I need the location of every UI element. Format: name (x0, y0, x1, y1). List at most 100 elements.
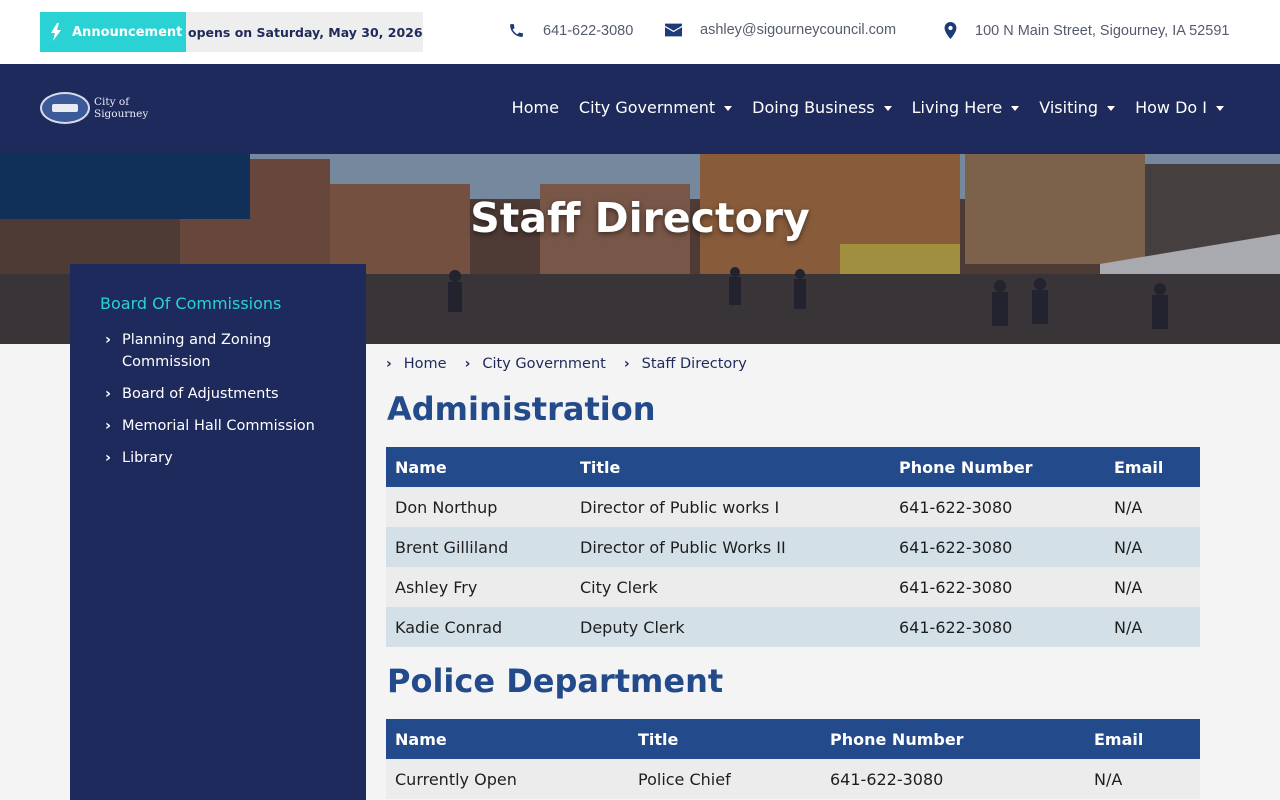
column-header-name: Name (386, 447, 571, 487)
envelope-icon (665, 23, 682, 37)
administration-table: Name Title Phone Number Email Don Northu… (386, 447, 1200, 647)
cell-name: Kadie Conrad (386, 607, 571, 647)
caret-down-icon (1011, 106, 1020, 111)
cell-name: Brent Gilliland (386, 527, 571, 567)
cell-email: N/A (1105, 607, 1200, 647)
chevron-right-icon: › (386, 356, 392, 372)
police-department-table: Name Title Phone Number Email Currently … (386, 719, 1200, 799)
table-header-row: Name Title Phone Number Email (386, 719, 1200, 759)
breadcrumb-label: Staff Directory (641, 356, 747, 372)
cell-email: N/A (1105, 487, 1200, 527)
cell-phone: 641-622-3080 (890, 487, 1105, 527)
sidebar-item-label: Memorial Hall Commission (122, 418, 315, 434)
nav-city-government-label: City Government (578, 98, 716, 117)
cell-email: N/A (1105, 567, 1200, 607)
section-title-administration: Administration (387, 390, 656, 428)
column-header-phone: Phone Number (821, 719, 1085, 759)
site-header: City of Sigourney Home City Government D… (0, 64, 1280, 154)
announcement-tag: Announcement (40, 12, 186, 52)
cell-title: Director of Public works I (571, 487, 890, 527)
nav-home[interactable]: Home (512, 98, 559, 117)
sidebar-item-label: Library (122, 450, 173, 466)
cell-name: Currently Open (386, 759, 629, 799)
street-address: 100 N Main Street, Sigourney, IA 52591 (975, 22, 1230, 39)
nav-living-here[interactable]: Living Here (912, 98, 1020, 117)
nav-visiting[interactable]: Visiting (1039, 98, 1116, 117)
chevron-right-icon: › (105, 332, 111, 348)
chevron-right-icon: › (105, 386, 111, 402)
page-title: Staff Directory (470, 194, 810, 242)
cell-email: N/A (1105, 527, 1200, 567)
breadcrumb-label: City Government (482, 356, 606, 372)
nav-how-do-i-label: How Do I (1135, 98, 1207, 117)
sidebar-item-board-adjustments[interactable]: › Board of Adjustments (100, 383, 336, 405)
announcement-label: Announcement (72, 24, 183, 40)
breadcrumb-staff-directory: › Staff Directory (624, 356, 747, 372)
announcement-text: opens on Saturday, May 30, 2026!! (188, 24, 423, 40)
phone-contact[interactable]: 641-622-3080 (508, 22, 633, 39)
cell-title: Police Chief (629, 759, 821, 799)
cell-title: City Clerk (571, 567, 890, 607)
cell-name: Don Northup (386, 487, 571, 527)
nav-doing-business-label: Doing Business (752, 98, 875, 117)
sidebar: Board Of Commissions › Planning and Zoni… (70, 264, 366, 800)
announcement-ticker[interactable]: Announcement opens on Saturday, May 30, … (40, 12, 423, 52)
nav-doing-business[interactable]: Doing Business (752, 98, 892, 117)
cell-phone: 641-622-3080 (890, 527, 1105, 567)
chevron-right-icon: › (105, 450, 111, 466)
nav-living-here-label: Living Here (911, 98, 1003, 117)
breadcrumb-city-government[interactable]: › City Government (465, 356, 606, 372)
caret-down-icon (1216, 106, 1224, 111)
sidebar-item-label: Planning and Zoning Commission (122, 332, 272, 370)
cell-phone: 641-622-3080 (890, 607, 1105, 647)
phone-icon (510, 24, 523, 37)
chevron-right-icon: › (105, 418, 111, 434)
column-header-name: Name (386, 719, 629, 759)
cell-phone: 641-622-3080 (890, 567, 1105, 607)
column-header-email: Email (1085, 719, 1200, 759)
nav-home-label: Home (511, 98, 559, 117)
sidebar-item-memorial-hall[interactable]: › Memorial Hall Commission (100, 415, 336, 437)
table-header-row: Name Title Phone Number Email (386, 447, 1200, 487)
logo-text: City of Sigourney (94, 96, 148, 120)
breadcrumb: › Home › City Government › Staff Directory (386, 354, 765, 374)
caret-down-icon (724, 106, 733, 111)
nav-how-do-i[interactable]: How Do I (1135, 98, 1224, 117)
table-row: Kadie Conrad Deputy Clerk 641-622-3080 N… (386, 607, 1200, 647)
chevron-right-icon: › (464, 356, 471, 372)
sidebar-item-label: Board of Adjustments (122, 386, 279, 402)
table-row: Currently Open Police Chief 641-622-3080… (386, 759, 1200, 799)
email-address: ashley@sigourneycouncil.com (700, 22, 897, 38)
logo-line-2: Sigourney (94, 108, 149, 120)
city-seal-icon (40, 92, 90, 124)
cell-name: Ashley Fry (386, 567, 571, 607)
lightning-bolt-icon (51, 23, 61, 41)
caret-down-icon (1107, 106, 1116, 111)
cell-phone: 641-622-3080 (821, 759, 1085, 799)
sidebar-item-library[interactable]: › Library (100, 447, 336, 469)
caret-down-icon (883, 106, 892, 111)
nav-visiting-label: Visiting (1039, 98, 1099, 117)
table-row: Don Northup Director of Public works I 6… (386, 487, 1200, 527)
map-pin-icon (944, 22, 957, 39)
breadcrumb-home[interactable]: › Home (386, 356, 447, 372)
cell-email: N/A (1085, 759, 1200, 799)
cell-title: Director of Public Works II (571, 527, 890, 567)
chevron-right-icon: › (623, 356, 630, 372)
breadcrumb-label: Home (403, 356, 447, 372)
top-bar: Announcement opens on Saturday, May 30, … (0, 0, 1280, 64)
column-header-title: Title (571, 447, 890, 487)
table-row: Ashley Fry City Clerk 641-622-3080 N/A (386, 567, 1200, 607)
section-title-police-department: Police Department (387, 662, 724, 700)
address-contact[interactable]: 100 N Main Street, Sigourney, IA 52591 (944, 22, 1229, 39)
city-logo[interactable]: City of Sigourney (40, 92, 148, 124)
logo-line-1: City of (94, 96, 130, 108)
table-row: Brent Gilliland Director of Public Works… (386, 527, 1200, 567)
sidebar-heading[interactable]: Board Of Commissions (100, 294, 336, 313)
email-contact[interactable]: ashley@sigourneycouncil.com (665, 22, 896, 38)
nav-city-government[interactable]: City Government (578, 98, 733, 117)
phone-number: 641-622-3080 (543, 22, 634, 39)
sidebar-item-planning-zoning[interactable]: › Planning and Zoning Commission (100, 329, 336, 373)
column-header-phone: Phone Number (890, 447, 1105, 487)
column-header-title: Title (629, 719, 821, 759)
